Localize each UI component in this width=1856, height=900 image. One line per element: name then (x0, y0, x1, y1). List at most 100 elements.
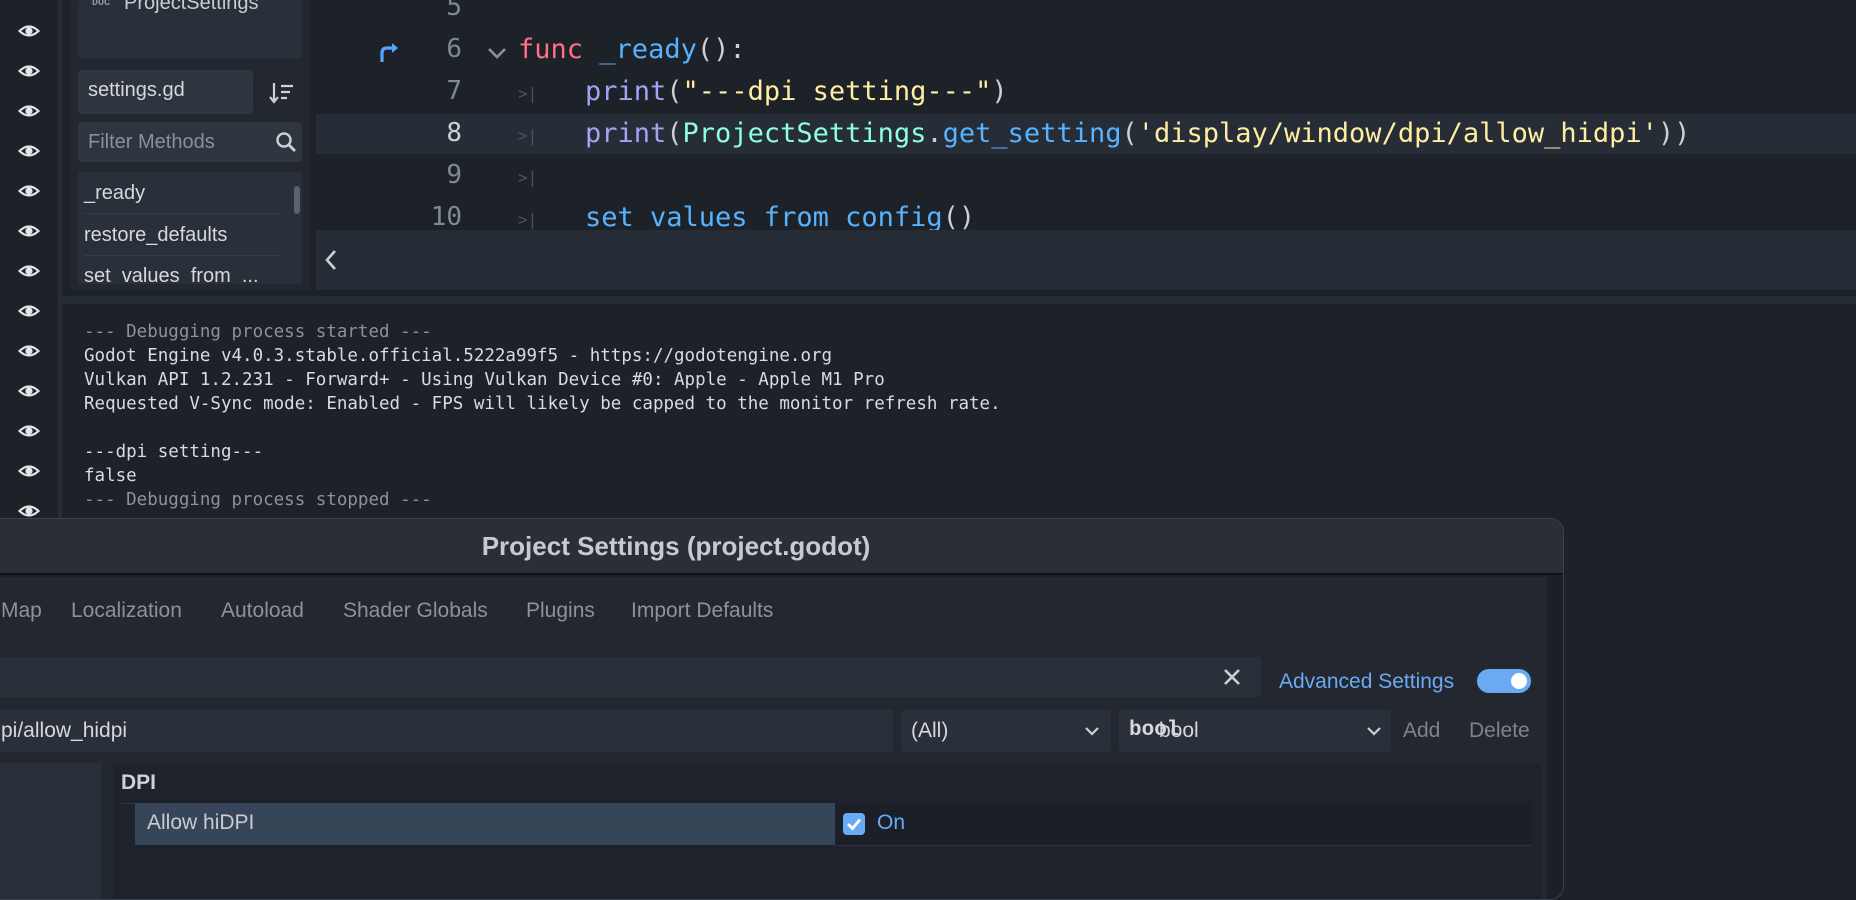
code-line-8: print(ProjectSettings.get_setting('displ… (585, 118, 1690, 149)
doc-item-projectsettings[interactable]: ProjectSettings (124, 0, 259, 15)
code-keyword: func (518, 34, 584, 65)
code-string: "---dpi setting---" (682, 76, 992, 107)
output-line: Godot Engine v4.0.3.stable.official.5222… (84, 346, 833, 366)
line-number: 7 (446, 76, 462, 106)
tab-indicator: >| (518, 84, 538, 103)
tab-indicator: >| (518, 126, 538, 145)
code-function-name: _ready (599, 34, 697, 65)
visibility-eye-icon[interactable] (18, 140, 40, 162)
output-line: Vulkan API 1.2.231 - Forward+ - Using Vu… (84, 370, 885, 390)
tab-plugins[interactable]: Plugins (526, 599, 595, 623)
property-path-input[interactable]: pi/allow_hidpi (0, 710, 893, 752)
code-punct: (): (696, 34, 746, 65)
visibility-eye-icon[interactable] (18, 300, 40, 322)
tab-autoload[interactable]: Autoload (221, 599, 304, 623)
file-name: settings.gd (88, 79, 185, 101)
toggle-knob (1511, 673, 1527, 689)
code-line-6: func _ready(): (518, 34, 746, 65)
search-icon (276, 132, 296, 152)
property-name: Allow hiDPI (147, 811, 255, 834)
type-select[interactable]: bool bool (1119, 710, 1391, 752)
property-path-value: pi/allow_hidpi (1, 719, 128, 742)
tab-localization[interactable]: Localization (71, 599, 182, 623)
tab-input-map[interactable]: Map (1, 599, 42, 623)
sort-methods-button[interactable] (266, 78, 296, 108)
property-value[interactable]: On (835, 803, 1531, 846)
output-separator (58, 296, 1856, 304)
output-line: ---dpi setting--- (84, 442, 264, 462)
property-row-allow-hidpi[interactable]: Allow hiDPI On (135, 803, 1531, 846)
visibility-eye-icon[interactable] (18, 260, 40, 282)
dialog-body: Map Localization Autoload Shader Globals… (0, 577, 1547, 899)
allow-hidpi-checkbox[interactable] (843, 813, 865, 835)
dialog-titlebar[interactable]: Project Settings (project.godot) (0, 519, 1563, 575)
tab-indicator: >| (518, 168, 538, 187)
line-number: 9 (446, 160, 462, 190)
checkmark-icon (847, 818, 862, 831)
chevron-down-icon (1367, 727, 1381, 736)
filter-settings-input[interactable] (0, 657, 1261, 697)
doc-icon: DOC (92, 0, 111, 9)
visibility-eye-icon[interactable] (18, 460, 40, 482)
code-line-10: set_values_from_config() (585, 202, 975, 233)
visibility-eye-icon[interactable] (18, 340, 40, 362)
code-punct: )) (1657, 118, 1691, 149)
output-line: --- Debugging process stopped --- (84, 490, 432, 510)
visibility-eye-icon[interactable] (18, 420, 40, 442)
code-string: 'display/window/dpi/allow_hidpi' (1137, 118, 1658, 149)
visibility-eye-icon[interactable] (18, 180, 40, 202)
code-punct: ( (1121, 118, 1138, 149)
code-function: set_values_from_config (585, 202, 943, 233)
output-line: false (84, 466, 137, 486)
output-log[interactable]: --- Debugging process started --- Godot … (72, 304, 1856, 554)
output-line: --- Debugging process started --- (84, 322, 432, 342)
code-punct: ( (666, 76, 683, 107)
filter-methods-input[interactable]: Filter Methods (78, 122, 302, 162)
method-item[interactable]: restore_defaults (84, 224, 227, 247)
code-punct: () (942, 202, 976, 233)
tab-shader-globals[interactable]: Shader Globals (343, 599, 488, 623)
clear-icon[interactable] (1218, 663, 1246, 691)
dialog-title: Project Settings (project.godot) (481, 531, 871, 561)
visibility-eye-icon[interactable] (18, 20, 40, 42)
sections-tree[interactable] (0, 763, 101, 899)
fold-arrow-icon[interactable] (486, 42, 508, 64)
filter-methods-placeholder: Filter Methods (88, 131, 215, 153)
current-file-label: settings.gd (78, 70, 253, 114)
feature-filter-select[interactable]: (All) (901, 710, 1111, 752)
editor-status-bar (316, 230, 1856, 290)
collapse-left-button[interactable] (320, 246, 344, 274)
method-item[interactable]: set_values_from_... (84, 265, 259, 284)
code-editor[interactable]: 5 6 7 8 9 10 func _ready(): >| print("--… (316, 0, 1856, 233)
list-divider (84, 255, 280, 256)
code-method: get_setting (942, 118, 1122, 149)
visibility-eye-icon[interactable] (18, 220, 40, 242)
list-divider (84, 213, 280, 214)
visibility-eye-icon[interactable] (18, 100, 40, 122)
advanced-settings-toggle[interactable] (1477, 669, 1531, 693)
delete-button[interactable]: Delete (1469, 719, 1530, 743)
code-punct: . (926, 118, 943, 149)
code-type: ProjectSettings (682, 118, 927, 149)
type-select-value: bool (1159, 719, 1199, 742)
property-label: Allow hiDPI (135, 803, 835, 845)
line-number: 10 (430, 202, 462, 232)
method-item[interactable]: _ready (84, 182, 145, 205)
feature-filter-value: (All) (911, 719, 949, 742)
advanced-settings-label[interactable]: Advanced Settings (1279, 670, 1454, 694)
script-panel: DOC ProjectSettings settings.gd Filter M… (70, 0, 310, 290)
override-icon[interactable] (377, 40, 403, 66)
tab-import-defaults[interactable]: Import Defaults (631, 599, 773, 623)
visibility-eye-icon[interactable] (18, 380, 40, 402)
code-punct: ) (991, 76, 1008, 107)
section-header: DPI (121, 771, 157, 794)
settings-inspector: DPI Allow hiDPI On (113, 763, 1541, 899)
add-button[interactable]: Add (1403, 719, 1440, 743)
methods-list: _ready restore_defaults set_values_from_… (78, 172, 302, 284)
visibility-eye-icon[interactable] (18, 60, 40, 82)
sort-icon (269, 83, 293, 104)
output-line: Requested V-Sync mode: Enabled - FPS wil… (84, 394, 1001, 414)
line-number: 5 (446, 0, 462, 22)
line-number: 8 (446, 118, 462, 148)
methods-scrollbar[interactable] (294, 186, 300, 214)
